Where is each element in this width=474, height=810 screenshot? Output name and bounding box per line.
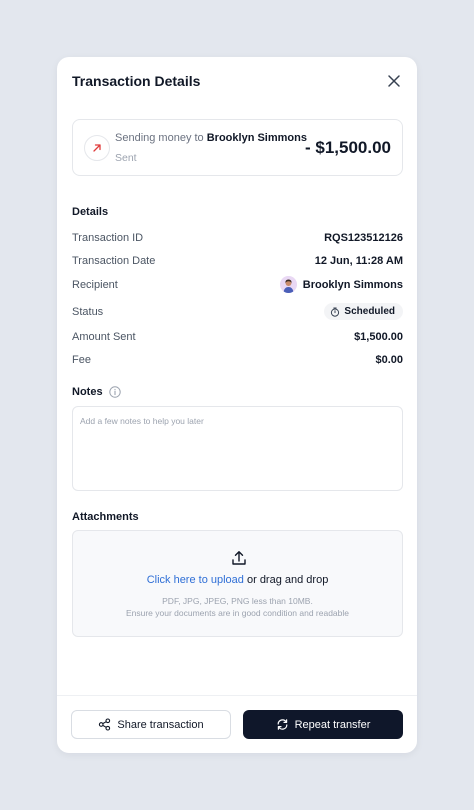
status-text: Scheduled	[344, 306, 395, 317]
modal-footer: Share transaction Repeat transfer	[57, 695, 417, 753]
modal-title: Transaction Details	[72, 73, 201, 89]
detail-row-amount-sent: Amount Sent $1,500.00	[72, 331, 403, 347]
details-heading: Details	[72, 206, 109, 218]
detail-label: Fee	[72, 354, 91, 366]
status-badge: Scheduled	[324, 303, 403, 320]
detail-value: $0.00	[375, 354, 403, 366]
repeat-transfer-button[interactable]: Repeat transfer	[243, 710, 403, 739]
share-icon	[99, 718, 111, 731]
summary-prefix: Sending money to	[115, 132, 204, 144]
detail-value: RQS123512126	[324, 232, 403, 244]
summary-description: Sending money to Brooklyn Simmons	[115, 132, 307, 144]
close-button[interactable]	[384, 71, 404, 91]
share-button-label: Share transaction	[117, 718, 204, 731]
transaction-details-modal: Transaction Details Sending money to Bro…	[57, 57, 417, 753]
detail-label: Transaction ID	[72, 232, 144, 244]
detail-label: Transaction Date	[72, 255, 156, 267]
upload-instruction: Click here to upload or drag and drop	[73, 574, 402, 586]
upload-link[interactable]: Click here to upload	[147, 574, 244, 586]
repeat-button-label: Repeat transfer	[294, 718, 371, 731]
upload-quality-hint: Ensure your documents are in good condit…	[125, 608, 350, 618]
attachments-heading: Attachments	[72, 511, 139, 523]
share-transaction-button[interactable]: Share transaction	[71, 710, 231, 739]
notes-label-text: Notes	[72, 386, 103, 398]
detail-row-fee: Fee $0.00	[72, 354, 403, 370]
summary-amount: - $1,500.00	[304, 138, 391, 157]
detail-label: Recipient	[72, 279, 118, 291]
transaction-summary-card: Sending money to Brooklyn Simmons Sent -…	[72, 119, 403, 176]
detail-row-status: Status Scheduled	[72, 303, 403, 322]
detail-row-transaction-id: Transaction ID RQS123512126	[72, 232, 403, 248]
modal-header: Transaction Details	[57, 57, 417, 105]
upload-icon	[232, 551, 246, 565]
detail-label: Status	[72, 306, 104, 318]
detail-row-recipient: Recipient Brooklyn Simmons	[72, 276, 403, 295]
notes-label: Notes	[72, 386, 121, 398]
summary-status: Sent	[115, 152, 137, 164]
sent-arrow-icon	[84, 135, 110, 161]
stopwatch-icon	[331, 307, 340, 317]
close-icon	[388, 75, 400, 87]
upload-file-types-hint: PDF, JPG, JPEG, PNG less than 10MB.	[162, 596, 313, 606]
detail-row-transaction-date: Transaction Date 12 Jun, 11:28 AM	[72, 255, 403, 271]
info-icon[interactable]	[108, 386, 121, 398]
avatar	[279, 276, 297, 293]
recipient-name: Brooklyn Simmons	[302, 278, 403, 291]
detail-value: 12 Jun, 11:28 AM	[314, 255, 403, 267]
notes-input[interactable]	[72, 406, 403, 491]
recipient-value: Brooklyn Simmons	[279, 276, 403, 293]
detail-value: $1,500.00	[354, 331, 403, 343]
detail-label: Amount Sent	[72, 331, 136, 343]
repeat-icon	[277, 719, 287, 730]
summary-recipient: Brooklyn Simmons	[206, 132, 307, 144]
upload-drag-text: or drag and drop	[243, 574, 329, 586]
upload-dropzone[interactable]: Click here to upload or drag and drop PD…	[72, 530, 403, 637]
